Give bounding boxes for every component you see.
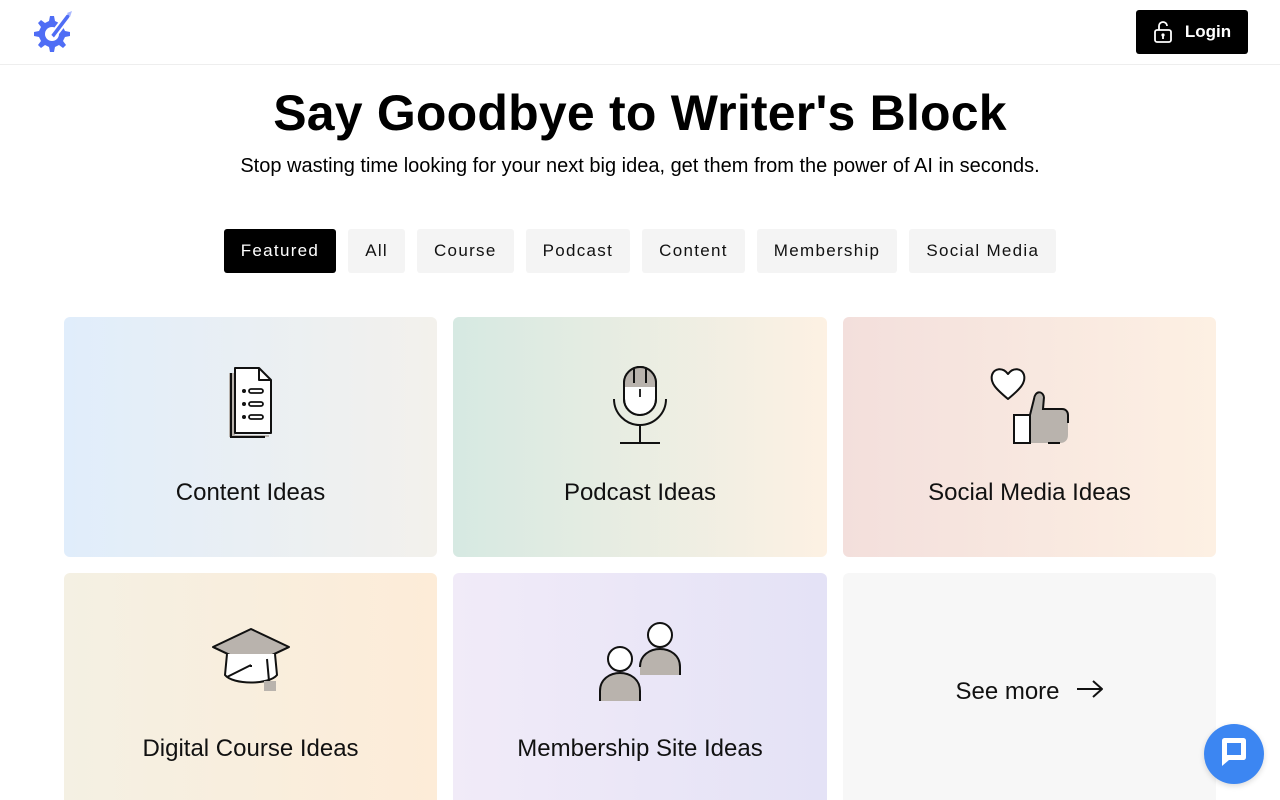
arrow-right-icon xyxy=(1076,678,1104,706)
card-label: Content Ideas xyxy=(175,479,326,506)
people-icon xyxy=(598,619,682,703)
see-more-label: See more xyxy=(955,678,1060,705)
tab-content[interactable]: Content xyxy=(642,229,745,273)
login-label: Login xyxy=(1184,22,1232,41)
category-tabs: Featured All Course Podcast Content Memb… xyxy=(0,229,1280,273)
tab-social-media[interactable]: Social Media xyxy=(909,229,1057,273)
brand-logo-icon[interactable] xyxy=(30,8,80,56)
card-label: Podcast Ideas xyxy=(563,479,717,506)
graduation-cap-icon xyxy=(209,619,293,703)
card-membership-site-ideas[interactable]: Membership Site Ideas xyxy=(453,573,827,800)
tab-membership[interactable]: Membership xyxy=(756,229,898,273)
card-digital-course-ideas[interactable]: Digital Course Ideas xyxy=(64,573,437,800)
tab-course[interactable]: Course xyxy=(416,229,514,273)
document-list-icon xyxy=(209,363,293,447)
see-more-link[interactable]: See more xyxy=(843,678,1216,706)
chat-bubble-icon xyxy=(1217,735,1251,774)
tab-all[interactable]: All xyxy=(348,229,405,273)
microphone-icon xyxy=(598,363,682,447)
heart-thumbs-up-icon xyxy=(988,363,1072,447)
page-title: Say Goodbye to Writer's Block xyxy=(273,85,1007,141)
card-podcast-ideas[interactable]: Podcast Ideas xyxy=(453,317,827,557)
card-label: Social Media Ideas xyxy=(928,479,1131,506)
see-more-card[interactable]: See more xyxy=(843,573,1216,800)
tab-featured[interactable]: Featured xyxy=(223,229,337,273)
card-content-ideas[interactable]: Content Ideas xyxy=(64,317,437,557)
card-social-media-ideas[interactable]: Social Media Ideas xyxy=(843,317,1216,557)
page-subtitle: Stop wasting time looking for your next … xyxy=(240,155,1040,177)
tab-podcast[interactable]: Podcast xyxy=(525,229,631,273)
card-label: Digital Course Ideas xyxy=(142,735,359,762)
top-header: Login xyxy=(0,0,1280,65)
chat-widget-button[interactable] xyxy=(1204,724,1264,784)
unlock-icon xyxy=(1153,20,1173,44)
card-label: Membership Site Ideas xyxy=(517,735,763,762)
login-button[interactable]: Login xyxy=(1136,10,1248,54)
